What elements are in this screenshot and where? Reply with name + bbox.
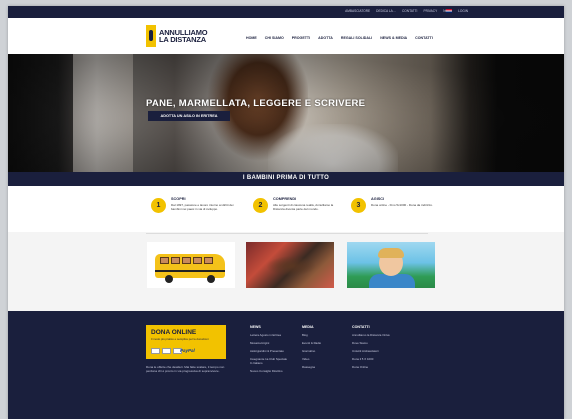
footer-link[interactable]: Nuovo Consiglio Direttivo (250, 369, 288, 373)
utility-link[interactable]: Login (458, 9, 468, 13)
school-bus-image-card[interactable] (147, 242, 235, 288)
hands-photo (246, 242, 334, 288)
nav-item-contatti[interactable]: Contatti (415, 36, 433, 40)
nav-item-adotta[interactable]: Adotta (318, 36, 333, 40)
footer-column-media: Media Blog Eventi & Radio Giornalino Vid… (302, 325, 340, 373)
footer-link[interactable]: Unisciti Ambasciatori (352, 349, 390, 353)
section-divider (146, 233, 428, 234)
steps-section: 1 Scopri Dal 1997, passione e lavoro int… (8, 186, 564, 232)
bus-windows (160, 257, 213, 264)
footer-link[interactable]: Dona il 5 X 1000 (352, 357, 390, 361)
donate-title: Dona online (151, 329, 197, 336)
footer-link[interactable]: Giornalino (302, 349, 340, 353)
footer-description: Dona le offerte che desideri. Mai fatte … (146, 365, 225, 374)
step-title[interactable]: Agisci (371, 197, 384, 201)
step-understand: 2 Comprendi Alle sorgenti di ciascuna re… (253, 196, 349, 226)
step-number-badge: 1 (151, 198, 166, 213)
boy-photo-hair (378, 248, 404, 258)
credit-card-icons (151, 348, 182, 354)
utility-link[interactable]: Privacy (423, 9, 437, 13)
hands-photo-card[interactable] (246, 242, 334, 288)
footer-link[interactable]: Dona Online (352, 365, 390, 369)
footer-column-title: Media (302, 325, 314, 329)
footer-link[interactable]: Video (302, 357, 340, 361)
bus-wheel (207, 275, 215, 283)
adopt-kindergarten-button[interactable]: Adotta un asilo in Eritrea (148, 111, 230, 121)
step-title[interactable]: Scopri (171, 197, 186, 201)
footer-link[interactable]: Asilo/giardini & Presentato (250, 349, 288, 353)
nav-item-chi-siamo[interactable]: Chi siamo (265, 36, 284, 40)
step-title[interactable]: Comprendi (273, 197, 296, 201)
step-discover: 1 Scopri Dal 1997, passione e lavoro int… (151, 196, 247, 226)
nav-item-regali-solidali[interactable]: Regali solidali (341, 36, 372, 40)
website-page: Ambasciatore Dedica la… Contatti Privacy… (8, 6, 564, 419)
step-number-badge: 2 (253, 198, 268, 213)
boy-photo-shirt (369, 274, 415, 288)
smiling-boy-photo-card[interactable] (347, 242, 435, 288)
donate-online-banner[interactable]: Dona online Il modo più pratico e sempli… (146, 325, 226, 359)
nav-item-news-media[interactable]: News & Media (380, 36, 407, 40)
hero-banner: Pane, marmellata, leggere e scrivere Ado… (8, 54, 564, 172)
utility-link[interactable]: Contatti (402, 9, 417, 13)
footer-link[interactable]: Mosaico/origini (250, 341, 288, 345)
footer-column-contatti: Contatti Annulliamo la Distanza Onlus Do… (352, 325, 390, 373)
footer-link[interactable]: Eventi & Radio (302, 341, 340, 345)
footer-column-title: Contatti (352, 325, 370, 329)
hero-vignette (8, 54, 564, 172)
utility-bar: Ambasciatore Dedica la… Contatti Privacy… (8, 6, 564, 18)
footer-link[interactable]: Annulliamo la Distanza Onlus (352, 333, 390, 337)
step-text: Dona online - Fino 5x1000 - Dona da indi… (371, 203, 433, 207)
step-text: Alle sorgenti di ciascuna realtà, Annull… (273, 203, 334, 211)
footer-column-title: News (250, 325, 261, 329)
nav-item-home[interactable]: Home (246, 36, 257, 40)
main-navigation: Home Chi siamo Progetti Adotta Regali so… (246, 36, 433, 40)
nav-item-progetti[interactable]: Progetti (292, 36, 310, 40)
section-band: I bambini prima di tutto (8, 172, 564, 186)
screenshot-background: Ambasciatore Dedica la… Contatti Privacy… (0, 0, 572, 419)
footer-link[interactable]: Lettera Agosto in Eritrea (250, 333, 288, 337)
footer-link[interactable]: Rassegna (302, 365, 340, 369)
section-title: I bambini prima di tutto (242, 175, 330, 181)
footer-link[interactable]: Dove Siamo (352, 341, 390, 345)
hero-title: Pane, marmellata, leggere e scrivere (146, 98, 366, 109)
utility-link[interactable]: Dedica la… (376, 9, 396, 13)
footer-link[interactable]: Insegnante 1a Club Speciale In Italiano (250, 357, 288, 365)
footer-link[interactable]: Blog (302, 333, 340, 337)
donate-subtitle: Il modo più pratico e semplice per le do… (151, 337, 209, 341)
site-footer: Dona online Il modo più pratico e sempli… (8, 311, 564, 419)
logo-line-2: LA DISTANZA (159, 35, 206, 44)
step-number-badge: 3 (351, 198, 366, 213)
footer-column-news: News Lettera Agosto in Eritrea Mosaico/o… (250, 325, 288, 377)
logo-wordmark: ANNULLIAMO LA DISTANZA (159, 28, 208, 44)
site-logo[interactable]: ANNULLIAMO LA DISTANZA (146, 25, 208, 47)
site-header: ANNULLIAMO LA DISTANZA Home Chi siamo Pr… (8, 18, 564, 54)
uk-flag-icon[interactable] (446, 9, 452, 13)
step-act: 3 Agisci Dona online - Fino 5x1000 - Don… (351, 196, 447, 226)
logo-mark-icon (146, 25, 156, 47)
bus-stripe (155, 270, 225, 272)
step-text: Dal 1997, passione e lavoro intorno ai d… (171, 203, 234, 211)
utility-link[interactable]: Ambasciatore (345, 9, 370, 13)
paypal-logo: PayPal (180, 348, 195, 353)
bus-wheel (165, 275, 173, 283)
